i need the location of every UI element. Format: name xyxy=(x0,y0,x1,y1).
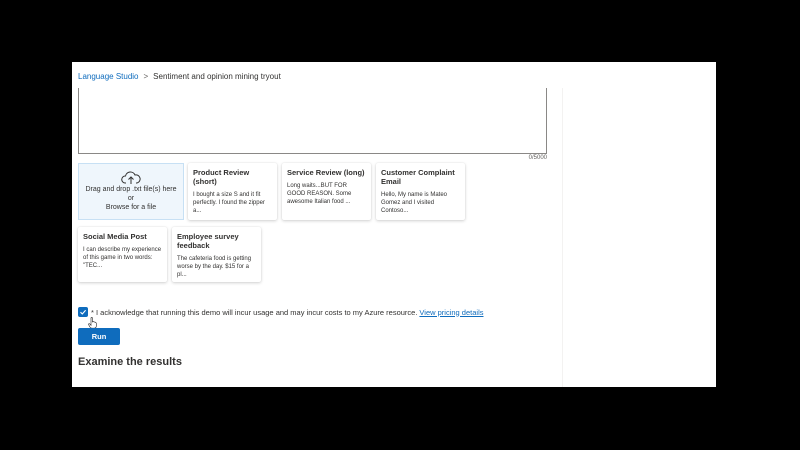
text-input-area[interactable] xyxy=(78,88,547,154)
cloud-upload-icon xyxy=(121,171,141,184)
main-page: Language Studio > Sentiment and opinion … xyxy=(72,62,716,387)
breadcrumb: Language Studio > Sentiment and opinion … xyxy=(78,72,281,81)
sample-card-preview: I bought a size S and it fit perfectly. … xyxy=(193,192,265,214)
character-count: 0/5000 xyxy=(528,155,547,161)
sample-card-preview: Long waits...BUT FOR GOOD REASON. Some a… xyxy=(287,183,352,205)
upload-or-text: or xyxy=(127,195,135,202)
checkmark-icon xyxy=(80,309,87,315)
sample-card-social-media-post[interactable]: Social Media Post I can describe my expe… xyxy=(78,227,167,282)
sample-card-preview: I can describe my experience of this gam… xyxy=(83,247,162,269)
breadcrumb-language-studio-link[interactable]: Language Studio xyxy=(78,72,139,81)
results-heading: Examine the results xyxy=(78,356,182,368)
chevron-right-icon: > xyxy=(143,72,149,81)
acknowledge-checkbox[interactable] xyxy=(78,307,88,317)
run-button[interactable]: Run xyxy=(78,328,120,345)
view-pricing-details-link[interactable]: View pricing details xyxy=(419,308,483,317)
sample-card-preview: The cafeteria food is getting worse by t… xyxy=(177,256,252,278)
sample-card-customer-complaint[interactable]: Customer Complaint Email Hello, My name … xyxy=(376,163,465,220)
acknowledge-text: * I acknowledge that running this demo w… xyxy=(91,307,418,317)
sample-card-product-review[interactable]: Product Review (short) I bought a size S… xyxy=(188,163,277,220)
sample-card-title: Employee survey feedback xyxy=(177,232,239,250)
sample-card-title: Product Review (short) xyxy=(193,168,250,186)
acknowledge-row: * I acknowledge that running this demo w… xyxy=(78,307,483,317)
sample-card-service-review[interactable]: Service Review (long) Long waits...BUT F… xyxy=(282,163,371,220)
sample-card-title: Social Media Post xyxy=(83,232,147,241)
sample-card-title: Service Review (long) xyxy=(287,168,365,177)
file-upload-dropzone[interactable]: Drag and drop .txt file(s) here or Brows… xyxy=(78,163,184,220)
breadcrumb-current-page: Sentiment and opinion mining tryout xyxy=(153,72,281,81)
sample-card-title: Customer Complaint Email xyxy=(381,168,455,186)
sample-card-employee-survey[interactable]: Employee survey feedback The cafeteria f… xyxy=(172,227,261,282)
upload-instructions: Drag and drop .txt file(s) here xyxy=(85,186,177,193)
browse-file-link[interactable]: Browse for a file xyxy=(79,203,183,212)
sample-card-preview: Hello, My name is Mateo Gomez and I visi… xyxy=(381,192,448,214)
side-panel xyxy=(562,88,716,387)
